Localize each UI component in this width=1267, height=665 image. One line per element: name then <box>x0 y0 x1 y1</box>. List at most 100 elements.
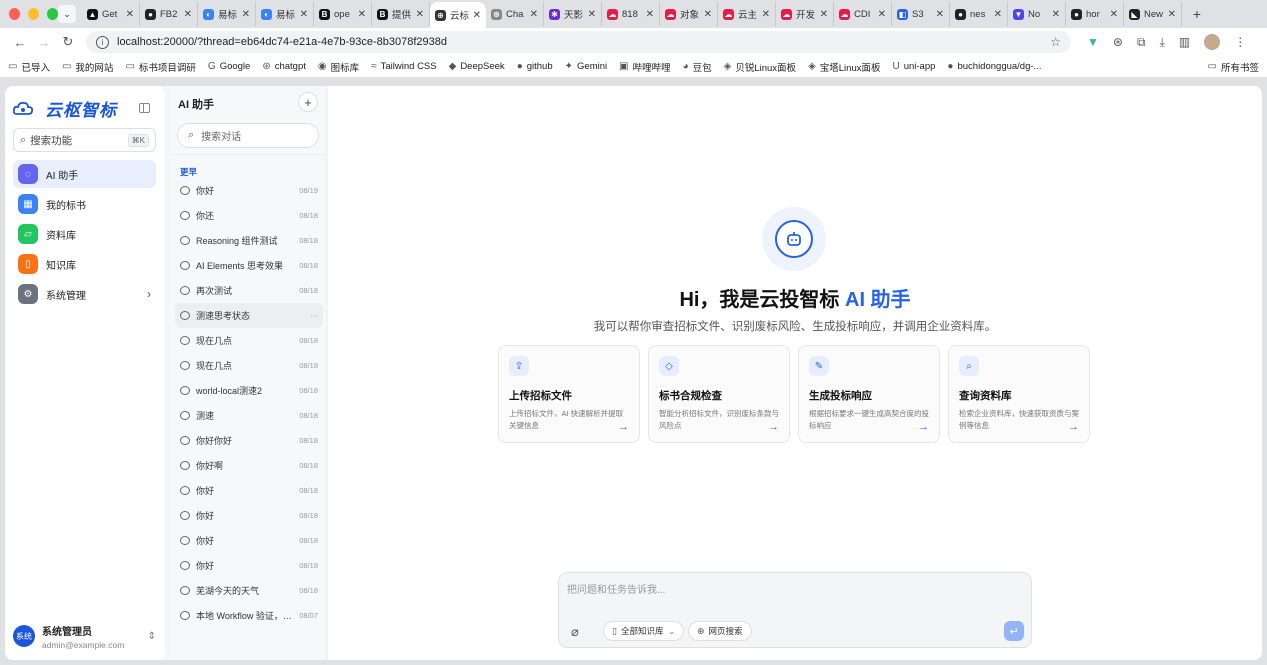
tab-search-dropdown-icon[interactable]: ⌄ <box>58 5 76 23</box>
reload-button[interactable]: ↻ <box>56 34 80 50</box>
vue-extension-icon[interactable]: ▼ <box>1087 35 1099 49</box>
all-bookmarks-button[interactable]: ▭ 所有书签 <box>1208 60 1259 74</box>
thread-item[interactable]: 测速 08/18 <box>175 403 323 428</box>
bookmark-item[interactable]: ⊛ chatgpt <box>262 61 306 72</box>
back-button[interactable]: ← <box>8 35 32 50</box>
knowledge-base-select[interactable]: ▯ 全部知识库 ⌄ <box>603 621 685 641</box>
browser-tab[interactable]: ☁ 对象 ✕ <box>660 2 718 26</box>
send-button[interactable]: ↵ <box>1004 621 1024 641</box>
paperclip-icon[interactable]: ⌀ <box>571 624 579 640</box>
browser-tab[interactable]: ⊛ Cha ✕ <box>486 2 544 26</box>
thread-search-input[interactable]: ⌕ 搜索对话 <box>177 123 319 148</box>
close-tab-icon[interactable]: ✕ <box>530 9 538 20</box>
browser-tab[interactable]: ◐ 易标 ✕ <box>198 2 256 26</box>
bookmark-item[interactable]: ◈ 宝塔Linux面板 <box>808 60 880 74</box>
thread-item[interactable]: 本地 Workflow 验证，请... 08/07 <box>175 603 323 628</box>
side-panel-icon[interactable]: ▥ <box>1179 35 1190 49</box>
bookmark-item[interactable]: ▣ 哔哩哔哩 <box>619 60 670 74</box>
browser-tab[interactable]: ◐ 易标 ✕ <box>256 2 314 26</box>
browser-tab[interactable]: ☁ 818 ✕ <box>602 2 660 26</box>
close-tab-icon[interactable]: ✕ <box>184 9 192 20</box>
thread-item[interactable]: 芜湖今天的天气 08/18 <box>175 578 323 603</box>
forward-button[interactable]: → <box>32 35 56 50</box>
thread-date[interactable]: ··· <box>311 311 319 320</box>
thread-item[interactable]: 你好 08/19 <box>175 178 323 203</box>
thread-item[interactable]: 现在几点 08/18 <box>175 353 323 378</box>
close-tab-icon[interactable]: ✕ <box>588 9 596 20</box>
minimize-window-button[interactable] <box>28 8 39 20</box>
bookmark-item[interactable]: ◆ DeepSeek <box>449 61 505 72</box>
address-bar[interactable]: i localhost:20000/?thread=eb64dc74-e21a-… <box>86 31 1071 53</box>
close-tab-icon[interactable]: ✕ <box>473 10 481 21</box>
quick-action-card[interactable]: ⇪ 上传招标文件 上传招标文件，AI 快速解析并提取关键信息 → <box>498 345 640 443</box>
bookmark-item[interactable]: Uuni-app <box>892 61 935 72</box>
browser-tab[interactable]: ▲ Get ✕ <box>82 2 140 26</box>
browser-tab[interactable]: ● nes ✕ <box>950 2 1008 26</box>
thread-item[interactable]: 你好 08/18 <box>175 478 323 503</box>
web-search-toggle[interactable]: ⊕ 网页搜索 <box>688 621 752 641</box>
thread-item[interactable]: 你好啊 08/18 <box>175 453 323 478</box>
browser-tab[interactable]: ✱ 天影 ✕ <box>544 2 602 26</box>
browser-menu-icon[interactable]: ⋮ <box>1234 35 1246 49</box>
collapse-sidebar-icon[interactable] <box>139 103 150 113</box>
close-tab-icon[interactable]: ✕ <box>704 9 712 20</box>
thread-item[interactable]: world-local测速2 08/18 <box>175 378 323 403</box>
maximize-window-button[interactable] <box>47 8 58 20</box>
bookmark-item[interactable]: ◈ 贝锐Linux面板 <box>724 60 796 74</box>
new-thread-button[interactable]: + <box>298 92 318 112</box>
quick-action-card[interactable]: ⌕ 查询资料库 检索企业资料库，快速获取资质与案例等信息 → <box>948 345 1090 443</box>
thread-item[interactable]: AI Elements 思考效果 08/18 <box>175 253 323 278</box>
user-card[interactable]: 系统 系统管理员 admin@example.com ⇕ <box>13 620 156 652</box>
thread-item[interactable]: 你好你好 08/18 <box>175 428 323 453</box>
close-window-button[interactable] <box>9 8 20 20</box>
thread-item[interactable]: 再次测试 08/18 <box>175 278 323 303</box>
close-tab-icon[interactable]: ✕ <box>1168 9 1176 20</box>
function-search-input[interactable]: ⌕ 搜索功能 ⌘K <box>13 128 156 152</box>
browser-tab[interactable]: ☁ 开发 ✕ <box>776 2 834 26</box>
bookmark-item[interactable]: ▭ 标书项目调研 <box>125 60 195 74</box>
browser-tab[interactable]: ◣ New ✕ <box>1124 2 1182 26</box>
bookmark-item[interactable]: ● buchidonggua/dg-... <box>947 61 1041 72</box>
quick-action-card[interactable]: ✎ 生成投标响应 根据招标要求一键生成高契合度的投标响应 → <box>798 345 940 443</box>
close-tab-icon[interactable]: ✕ <box>1110 9 1118 20</box>
browser-tab[interactable]: ▼ No ✕ <box>1008 2 1066 26</box>
browser-tab[interactable]: Bope ✕ <box>314 2 372 26</box>
browser-tab[interactable]: ◧ S3 ✕ <box>892 2 950 26</box>
close-tab-icon[interactable]: ✕ <box>358 9 366 20</box>
extensions-puzzle-icon[interactable]: ⧉ <box>1137 35 1146 50</box>
chevron-up-down-icon[interactable]: ⇕ <box>148 631 156 642</box>
sidebar-item[interactable]: ▱ 资料库 <box>13 220 156 248</box>
site-info-icon[interactable]: i <box>96 35 109 49</box>
sidebar-item[interactable]: ⚙ 系统管理 › <box>13 280 156 308</box>
close-tab-icon[interactable]: ✕ <box>936 9 944 20</box>
browser-tab[interactable]: ● hor ✕ <box>1066 2 1124 26</box>
downloads-icon[interactable]: ⤓ <box>1160 35 1165 50</box>
openai-extension-icon[interactable]: ⊛ <box>1113 35 1123 49</box>
close-tab-icon[interactable]: ✕ <box>646 9 654 20</box>
bookmark-item[interactable]: ▭ 已导入 <box>8 60 50 74</box>
browser-tab[interactable]: ☁ CDI ✕ <box>834 2 892 26</box>
thread-item[interactable]: 你好 08/18 <box>175 528 323 553</box>
browser-tab[interactable]: B 提供 ✕ <box>372 2 430 26</box>
quick-action-card[interactable]: ◇ 标书合规检查 智能分析招标文件，识别废标条款与风险点 → <box>648 345 790 443</box>
close-tab-icon[interactable]: ✕ <box>1052 9 1060 20</box>
sidebar-item[interactable]: ▯ 知识库 <box>13 250 156 278</box>
composer-input[interactable]: 把问题和任务告诉我... <box>567 581 665 596</box>
thread-item[interactable]: 你好 08/18 <box>175 553 323 578</box>
browser-tab[interactable]: ⊕ 云标 ✕ <box>430 2 486 28</box>
bookmark-item[interactable]: ◕ 豆包 <box>683 60 712 74</box>
thread-item[interactable]: 现在几点 08/18 <box>175 328 323 353</box>
browser-tab[interactable]: ● FB2 ✕ <box>140 2 198 26</box>
close-tab-icon[interactable]: ✕ <box>126 9 134 20</box>
bookmark-item[interactable]: ▭ 我的网站 <box>62 60 113 74</box>
close-tab-icon[interactable]: ✕ <box>300 9 308 20</box>
bookmark-item[interactable]: ● github <box>517 61 553 72</box>
bookmark-star-icon[interactable]: ☆ <box>1050 35 1061 49</box>
bookmark-item[interactable]: ◉ 图标库 <box>318 60 359 74</box>
sidebar-item[interactable]: ▦ 我的标书 <box>13 190 156 218</box>
bookmark-item[interactable]: G Google <box>208 61 250 72</box>
thread-item[interactable]: 测速思考状态 ··· <box>175 303 323 328</box>
bookmark-item[interactable]: ≈ Tailwind CSS <box>371 61 436 72</box>
bookmark-item[interactable]: ✦ Gemini <box>565 61 607 72</box>
close-tab-icon[interactable]: ✕ <box>878 9 886 20</box>
